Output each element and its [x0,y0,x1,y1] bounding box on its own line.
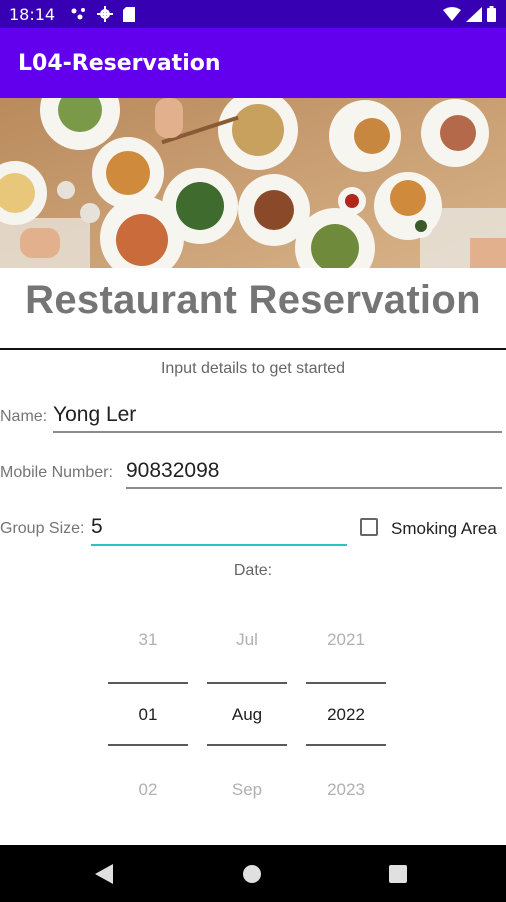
month-picker-bottom-line [207,744,287,746]
day-selected[interactable]: 01 [108,705,188,725]
month-prev[interactable]: Jul [207,630,287,650]
name-label: Name: [0,408,48,425]
signal-icon [466,6,482,22]
notification-dots-icon [71,8,86,20]
restaurant-banner-image [0,98,506,268]
month-picker[interactable]: Jul Aug Sep [207,620,287,810]
day-next[interactable]: 02 [108,780,188,800]
sd-card-icon [123,6,136,22]
status-left-icons [71,6,136,22]
year-prev[interactable]: 2021 [306,630,386,650]
name-field-underline [53,431,502,433]
name-field[interactable]: Yong Ler [53,403,136,427]
app-title: L04-Reservation [18,50,221,76]
status-time: 18:14 [9,4,56,24]
page-title: Restaurant Reservation [25,278,481,322]
home-icon [243,864,261,883]
title-divider [0,348,506,350]
year-picker[interactable]: 2021 2022 2023 [306,620,386,810]
battery-icon [487,6,496,22]
back-icon [95,863,113,884]
mobile-field[interactable]: 90832098 [126,459,219,483]
year-selected[interactable]: 2022 [306,705,386,725]
status-bar: 18:14 [0,0,506,28]
year-picker-bottom-line [306,744,386,746]
status-right-icons [443,6,496,22]
page-subtitle: Input details to get started [160,360,346,377]
mobile-field-underline [126,487,502,489]
group-size-field[interactable]: 5 [91,515,103,539]
group-size-field-underline [91,544,347,546]
month-selected[interactable]: Aug [207,705,287,725]
month-next[interactable]: Sep [207,780,287,800]
day-picker-bottom-line [108,744,188,746]
year-next[interactable]: 2023 [306,780,386,800]
date-label: Date: [233,562,273,579]
month-picker-top-line [207,682,287,684]
day-prev[interactable]: 31 [108,630,188,650]
settings-gear-icon [97,6,114,22]
mobile-label: Mobile Number: [0,464,113,481]
recents-button[interactable] [368,845,428,902]
food-table-illustration [0,98,506,268]
group-size-label: Group Size: [0,520,85,537]
system-nav-bar [0,845,506,902]
day-picker-top-line [108,682,188,684]
day-picker[interactable]: 31 01 02 [108,620,188,810]
home-button[interactable] [222,845,282,902]
app-bar: L04-Reservation [0,28,506,98]
smoking-area-checkbox[interactable] [360,518,378,536]
back-button[interactable] [74,845,134,902]
year-picker-top-line [306,682,386,684]
recents-icon [389,864,407,883]
smoking-area-label[interactable]: Smoking Area [391,519,497,539]
wifi-icon [443,7,461,21]
